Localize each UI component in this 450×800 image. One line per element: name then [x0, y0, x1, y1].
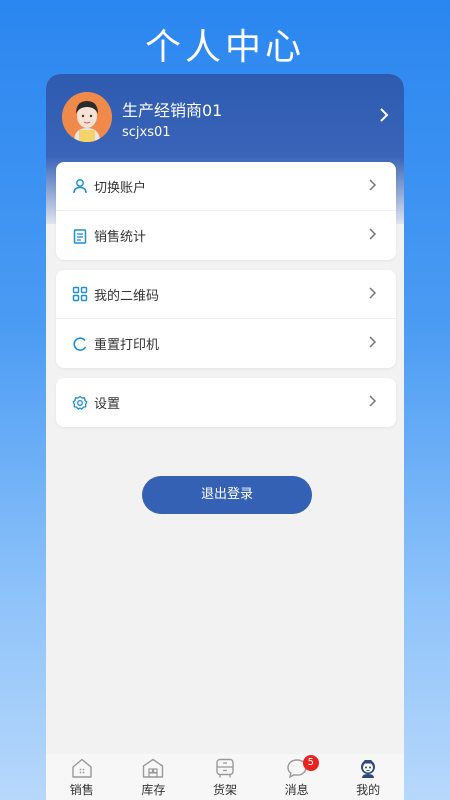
- tab-label: 消息: [284, 783, 309, 797]
- menu-item-label: 重置打印机: [94, 338, 160, 353]
- chevron-right-icon: [378, 107, 390, 128]
- chevron-right-icon: [364, 177, 380, 193]
- chevron-right-icon: [364, 334, 380, 350]
- profile-panel: 生产经销商01 scjxs01 切换账户 销售统计 我的二维码 重置打印机 设置…: [46, 74, 404, 800]
- avatar: [62, 92, 112, 142]
- tab-sales[interactable]: 销售: [46, 754, 118, 800]
- menu-item-label: 设置: [94, 397, 121, 412]
- tab-label: 库存: [141, 783, 166, 797]
- menu-item-label: 销售统计: [94, 230, 147, 245]
- profile-name: 生产经销商01: [122, 101, 223, 120]
- page-title: 个人中心: [144, 27, 305, 68]
- chevron-right-icon: [364, 285, 380, 301]
- menu-item-settings[interactable]: 设置: [56, 378, 396, 427]
- menu-item-reset-printer[interactable]: 重置打印机: [56, 319, 396, 368]
- menu-item-qrcode[interactable]: 我的二维码: [56, 270, 396, 319]
- qrcode-icon: [72, 286, 88, 302]
- chevron-right-icon: [364, 393, 380, 409]
- menu-group-tools: 我的二维码 重置打印机: [56, 270, 396, 368]
- menu-item-label: 切换账户: [94, 180, 147, 196]
- chevron-right-icon: [364, 226, 380, 242]
- menu-item-label: 我的二维码: [94, 288, 160, 304]
- user-icon: [72, 178, 88, 194]
- tab-label: 货架: [212, 783, 237, 797]
- menu-item-sales-stats[interactable]: 销售统计: [56, 211, 396, 260]
- refresh-icon: [72, 336, 88, 352]
- tab-inventory[interactable]: 库存: [118, 754, 190, 800]
- menu-group-account: 切换账户 销售统计: [56, 162, 396, 260]
- menu-group-settings: 设置: [56, 378, 396, 427]
- profile-account: scjxs01: [122, 125, 171, 140]
- warehouse-icon: [141, 757, 165, 779]
- tab-label: 销售: [69, 783, 94, 797]
- bottom-tabbar: 销售 库存 货架 5 消息 我的: [46, 754, 404, 800]
- profile-icon: [356, 757, 380, 779]
- tab-shelf[interactable]: 货架: [189, 754, 261, 800]
- menu-item-switch-account[interactable]: 切换账户: [56, 162, 396, 211]
- tab-messages[interactable]: 5 消息: [261, 754, 333, 800]
- settings-icon: [72, 395, 88, 411]
- unread-badge: 5: [302, 755, 319, 771]
- home-icon: [70, 757, 94, 779]
- tab-label: 我的: [356, 783, 381, 797]
- shelf-icon: [213, 757, 237, 779]
- tab-mine[interactable]: 我的: [332, 754, 404, 800]
- logout-button[interactable]: 退出登录: [142, 476, 312, 514]
- clipboard-icon: [72, 228, 88, 244]
